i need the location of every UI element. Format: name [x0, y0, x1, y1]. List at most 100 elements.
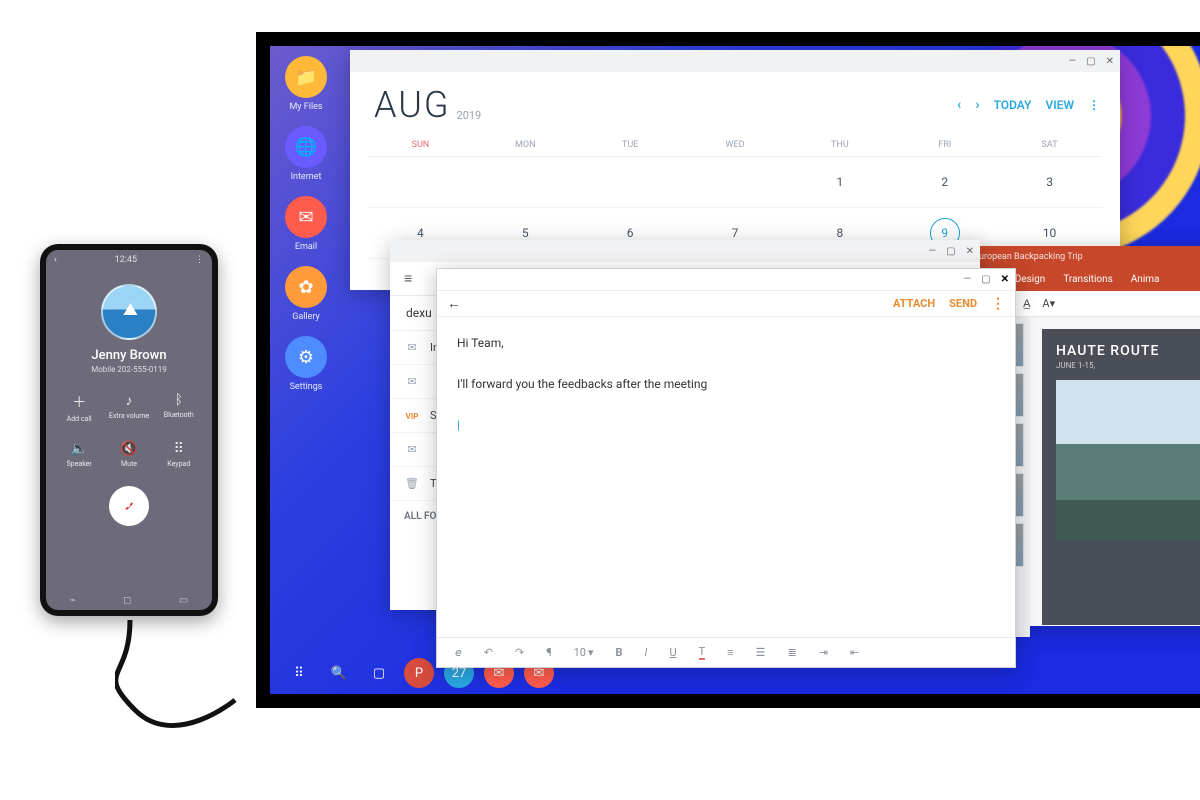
- caller-avatar: [101, 284, 157, 340]
- apps-grid-icon[interactable]: ⠿: [284, 658, 314, 688]
- font-color-icon[interactable]: A̲: [1023, 297, 1030, 310]
- compose-text: I'll forward you the feedbacks after the…: [457, 374, 995, 394]
- slide-subtitle: JUNE 1-15,: [1056, 361, 1200, 370]
- bold-icon[interactable]: B: [616, 646, 623, 659]
- dow-label: MON: [473, 130, 578, 157]
- font-color-icon[interactable]: T: [699, 645, 706, 660]
- prev-month-icon[interactable]: ‹: [957, 97, 961, 113]
- add-call-button[interactable]: ＋Add call: [54, 392, 104, 423]
- phone-device: ‹ 12:45 ⋮ Jenny Brown Mobile 202-555-011…: [40, 244, 218, 616]
- attachment-icon[interactable]: 𝘦: [455, 646, 462, 659]
- ppt-tab[interactable]: Transitions: [1063, 274, 1112, 285]
- compose-greeting: Hi Team,: [457, 333, 995, 353]
- minimize-icon[interactable]: [928, 246, 936, 257]
- mute-button[interactable]: 🔇Mute: [104, 441, 154, 468]
- numbered-list-icon[interactable]: ≣: [787, 646, 796, 659]
- calendar-more-icon[interactable]: ⋮: [1088, 98, 1100, 112]
- attach-button[interactable]: ATTACH: [893, 297, 935, 310]
- mail-row-icon: VIP: [404, 409, 420, 422]
- dock-my-files[interactable]: 📁My Files: [279, 56, 333, 112]
- close-icon[interactable]: [1001, 274, 1009, 285]
- dock-internet[interactable]: 🌐Internet: [279, 126, 333, 182]
- hamburger-icon[interactable]: ≡: [390, 270, 426, 287]
- compose-titlebar: [437, 269, 1015, 291]
- phone-hangup-icon: [120, 497, 138, 515]
- phone-screen: ‹ 12:45 ⋮ Jenny Brown Mobile 202-555-011…: [46, 250, 212, 610]
- caller-info: Mobile 202-555-0119: [91, 365, 167, 374]
- slide-canvas[interactable]: HAUTE ROUTE JUNE 1-15,: [1042, 329, 1200, 625]
- home-nav-icon[interactable]: ◻: [123, 595, 131, 606]
- extra-volume-button[interactable]: ♪Extra volume: [104, 392, 154, 423]
- dow-label: THU: [787, 130, 892, 157]
- align-icon[interactable]: ≡: [727, 646, 733, 659]
- redo-icon[interactable]: ↷: [515, 646, 524, 659]
- highlight-icon[interactable]: A▾: [1042, 297, 1055, 310]
- phone-clock: 12:45: [115, 255, 137, 265]
- underline-icon[interactable]: U: [669, 646, 676, 659]
- hangup-button[interactable]: [109, 486, 149, 526]
- back-arrow-icon[interactable]: ←: [447, 295, 461, 312]
- send-button[interactable]: SEND: [949, 297, 977, 310]
- keypad-button[interactable]: ⠿Keypad: [154, 441, 204, 468]
- close-icon[interactable]: [1106, 56, 1114, 67]
- minimize-icon[interactable]: [1068, 56, 1076, 67]
- close-icon[interactable]: [966, 246, 974, 257]
- format-icon[interactable]: ¶: [546, 646, 551, 659]
- next-month-icon[interactable]: ›: [975, 97, 979, 113]
- outdent-icon[interactable]: ⇤: [850, 646, 859, 659]
- calendar-day[interactable]: 3: [997, 157, 1102, 208]
- desktop[interactable]: 📁My Files 🌐Internet ✉Email ✿Gallery ⚙Set…: [270, 46, 1200, 694]
- today-button[interactable]: TODAY: [994, 98, 1032, 112]
- ppt-tab[interactable]: Design: [1015, 274, 1046, 285]
- more-icon[interactable]: ⋮: [195, 255, 204, 265]
- maximize-icon[interactable]: [946, 246, 955, 257]
- usb-cable: [115, 620, 245, 740]
- mail-row-icon: ✉: [404, 443, 420, 456]
- indent-icon[interactable]: ⇥: [819, 646, 828, 659]
- calendar-day[interactable]: [473, 157, 578, 208]
- dock-email[interactable]: ✉Email: [279, 196, 333, 252]
- bluetooth-button[interactable]: ᛒBluetooth: [154, 392, 204, 423]
- calendar-day[interactable]: [578, 157, 683, 208]
- list-icon[interactable]: ☰: [756, 646, 766, 659]
- calendar-day[interactable]: [683, 157, 788, 208]
- dow-label: FRI: [892, 130, 997, 157]
- speaker-button[interactable]: 🔈Speaker: [54, 441, 104, 468]
- slide-photo: [1056, 380, 1200, 540]
- recent-nav-icon[interactable]: ⌁: [70, 595, 76, 606]
- maximize-icon[interactable]: [981, 274, 990, 285]
- mail-row-icon: ✉: [404, 375, 420, 388]
- undo-icon[interactable]: ↶: [484, 646, 493, 659]
- ppt-ribbon: European Backpacking Trip: [960, 246, 1200, 268]
- dow-label: TUE: [578, 130, 683, 157]
- back-arrow-icon[interactable]: ‹: [54, 255, 57, 265]
- app-dock: 📁My Files 🌐Internet ✉Email ✿Gallery ⚙Set…: [270, 46, 342, 694]
- calendar-month: AUG: [374, 84, 451, 126]
- minimize-icon[interactable]: [963, 274, 971, 285]
- search-icon[interactable]: 🔍: [324, 658, 354, 688]
- calendar-day[interactable]: 2: [892, 157, 997, 208]
- dock-gallery[interactable]: ✿Gallery: [279, 266, 333, 322]
- caller-name: Jenny Brown: [91, 348, 166, 363]
- dow-label: SAT: [997, 130, 1102, 157]
- dock-settings[interactable]: ⚙Settings: [279, 336, 333, 392]
- compose-more-icon[interactable]: ⋮: [991, 296, 1005, 312]
- taskbar-powerpoint[interactable]: P: [404, 658, 434, 688]
- back-nav-icon[interactable]: ▭: [179, 595, 188, 606]
- recents-icon[interactable]: ▢: [364, 658, 394, 688]
- ppt-tab[interactable]: Anima: [1131, 274, 1160, 285]
- dow-label: SUN: [368, 130, 473, 157]
- font-size-picker[interactable]: 10 ▾: [574, 646, 594, 659]
- compose-body[interactable]: Hi Team, I'll forward you the feedbacks …: [437, 317, 1015, 451]
- view-button[interactable]: VIEW: [1045, 98, 1074, 112]
- monitor-frame: 📁My Files 🌐Internet ✉Email ✿Gallery ⚙Set…: [256, 32, 1200, 708]
- calendar-day[interactable]: 1: [787, 157, 892, 208]
- italic-icon[interactable]: I: [645, 646, 648, 659]
- calendar-year: 2019: [457, 109, 482, 122]
- calendar-titlebar: [350, 50, 1120, 72]
- compose-window: ← ATTACH SEND ⋮ Hi Team, I'll forward yo…: [436, 268, 1016, 668]
- mail-row-icon: 🗑: [404, 477, 420, 490]
- calendar-day[interactable]: [368, 157, 473, 208]
- dow-label: WED: [683, 130, 788, 157]
- maximize-icon[interactable]: [1086, 56, 1095, 67]
